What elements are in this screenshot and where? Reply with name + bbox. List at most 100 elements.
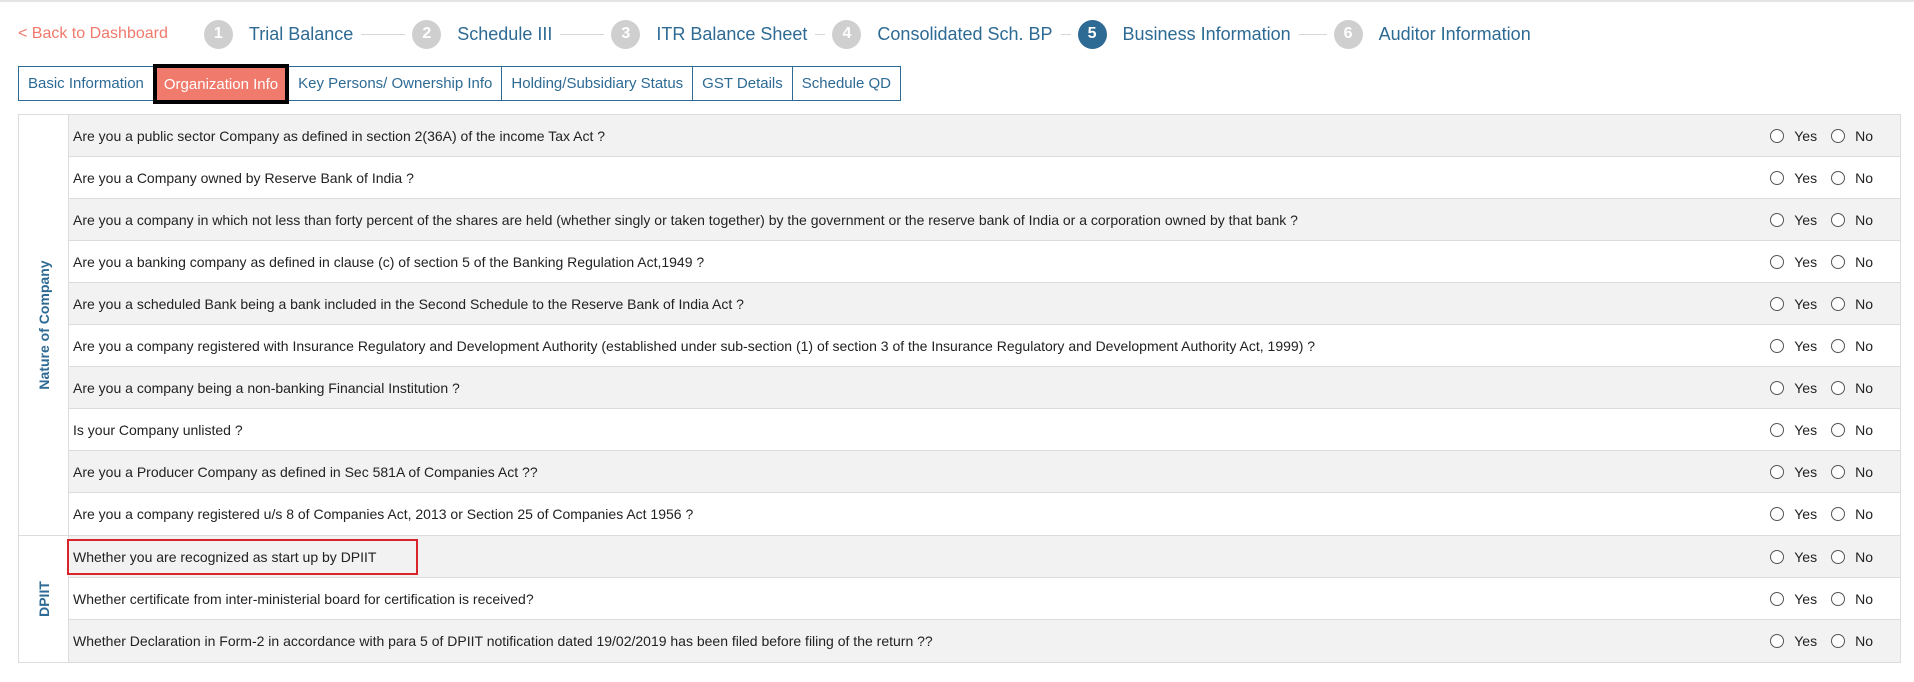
step-number-badge: 2 [412, 19, 442, 49]
no-option[interactable]: No [1831, 380, 1873, 396]
no-option[interactable]: No [1831, 338, 1873, 354]
no-option[interactable]: No [1831, 549, 1873, 565]
step-business-information[interactable]: 5 Business Information [1077, 19, 1291, 49]
no-option[interactable]: No [1831, 591, 1873, 607]
no-option[interactable]: No [1831, 254, 1873, 270]
yes-no-options: Yes No [1770, 199, 1873, 240]
yes-no-options: Yes No [1770, 283, 1873, 324]
yes-option[interactable]: Yes [1770, 128, 1817, 144]
yes-radio[interactable] [1770, 338, 1785, 353]
step-itr-balance-sheet[interactable]: 3 ITR Balance Sheet [611, 19, 807, 49]
step-label: Schedule III [457, 23, 553, 44]
tab-basic-information[interactable]: Basic Information [18, 66, 154, 101]
question-text: Are you a Company owned by Reserve Bank … [73, 169, 414, 186]
yes-option[interactable]: Yes [1770, 380, 1817, 396]
tab-holding-subsidiary-status[interactable]: Holding/Subsidiary Status [501, 66, 694, 101]
yes-label: Yes [1794, 506, 1818, 522]
group-label: DPIIT [35, 581, 52, 617]
yes-option[interactable]: Yes [1770, 549, 1817, 565]
no-radio[interactable] [1831, 212, 1846, 227]
yes-label: Yes [1794, 295, 1818, 312]
yes-no-options: Yes No [1770, 578, 1873, 619]
yes-radio[interactable] [1770, 212, 1785, 227]
yes-no-options: Yes No [1770, 620, 1873, 662]
tab-schedule-qd[interactable]: Schedule QD [791, 66, 901, 101]
no-radio[interactable] [1831, 380, 1846, 395]
yes-no-options: Yes No [1770, 493, 1873, 535]
yes-label: Yes [1794, 337, 1818, 354]
yes-radio[interactable] [1770, 128, 1785, 143]
yes-no-options: Yes No [1770, 325, 1873, 366]
yes-option[interactable]: Yes [1770, 464, 1817, 480]
no-radio[interactable] [1831, 422, 1846, 437]
step-connector [1298, 33, 1327, 35]
no-option[interactable]: No [1831, 506, 1873, 522]
tab-organization-info[interactable]: Organization Info [152, 64, 290, 104]
yes-radio[interactable] [1770, 591, 1785, 606]
no-radio[interactable] [1831, 591, 1846, 606]
yes-radio[interactable] [1770, 296, 1785, 311]
question-row: Whether Declaration in Form-2 in accorda… [69, 620, 1900, 662]
no-radio[interactable] [1831, 549, 1846, 564]
yes-radio[interactable] [1770, 170, 1785, 185]
step-connector [1060, 33, 1071, 35]
step-connector [560, 33, 605, 35]
step-trial-balance[interactable]: 1 Trial Balance [203, 19, 353, 49]
no-radio[interactable] [1831, 254, 1846, 269]
yes-option[interactable]: Yes [1770, 170, 1817, 186]
step-auditor-information[interactable]: 6 Auditor Information [1333, 19, 1531, 49]
yes-option[interactable]: Yes [1770, 212, 1817, 228]
group-label-cell: DPIIT [19, 536, 69, 662]
no-option[interactable]: No [1831, 633, 1873, 649]
yes-no-options: Yes No [1770, 157, 1873, 198]
step-number-badge: 5 [1077, 19, 1107, 49]
no-radio[interactable] [1831, 464, 1846, 479]
top-divider [0, 0, 1914, 2]
no-label: No [1855, 169, 1873, 186]
yes-radio[interactable] [1770, 254, 1785, 269]
no-radio[interactable] [1831, 634, 1846, 648]
yes-radio[interactable] [1770, 422, 1785, 437]
yes-radio[interactable] [1770, 380, 1785, 395]
no-radio[interactable] [1831, 338, 1846, 353]
no-label: No [1855, 379, 1873, 396]
no-radio[interactable] [1831, 170, 1846, 185]
back-to-dashboard-link[interactable]: < Back to Dashboard [18, 25, 168, 43]
tab-key-persons-ownership-info[interactable]: Key Persons/ Ownership Info [288, 66, 503, 101]
question-row: Are you a public sector Company as defin… [69, 115, 1900, 157]
yes-option[interactable]: Yes [1770, 506, 1817, 522]
no-label: No [1855, 337, 1873, 354]
yes-option[interactable]: Yes [1770, 254, 1817, 270]
yes-radio[interactable] [1770, 507, 1785, 521]
step-consolidated-sch-bp[interactable]: 4 Consolidated Sch. BP [832, 19, 1053, 49]
no-label: No [1855, 590, 1873, 607]
question-text: Whether certificate from inter-ministeri… [73, 590, 534, 607]
question-text: Whether Declaration in Form-2 in accorda… [73, 633, 933, 649]
yes-radio[interactable] [1770, 634, 1785, 648]
no-radio[interactable] [1831, 296, 1846, 311]
question-row: Are you a company registered u/s 8 of Co… [69, 493, 1900, 535]
no-option[interactable]: No [1831, 464, 1873, 480]
yes-option[interactable]: Yes [1770, 422, 1817, 438]
no-option[interactable]: No [1831, 422, 1873, 438]
question-text: Are you a Producer Company as defined in… [73, 463, 538, 480]
yes-option[interactable]: Yes [1770, 633, 1817, 649]
yes-option[interactable]: Yes [1770, 296, 1817, 312]
no-radio[interactable] [1831, 128, 1846, 143]
yes-radio[interactable] [1770, 549, 1785, 564]
no-option[interactable]: No [1831, 296, 1873, 312]
yes-option[interactable]: Yes [1770, 591, 1817, 607]
yes-radio[interactable] [1770, 464, 1785, 479]
question-row: Whether certificate from inter-ministeri… [69, 578, 1900, 620]
tab-gst-details[interactable]: GST Details [692, 66, 793, 101]
yes-option[interactable]: Yes [1770, 338, 1817, 354]
step-schedule-iii[interactable]: 2 Schedule III [412, 19, 553, 49]
no-radio[interactable] [1831, 507, 1846, 521]
question-text: Are you a company registered with Insura… [73, 337, 1316, 354]
no-option[interactable]: No [1831, 212, 1873, 228]
yes-label: Yes [1794, 211, 1818, 228]
no-option[interactable]: No [1831, 128, 1873, 144]
step-number-badge: 3 [611, 19, 641, 49]
yes-no-options: Yes No [1770, 409, 1873, 450]
no-option[interactable]: No [1831, 170, 1873, 186]
